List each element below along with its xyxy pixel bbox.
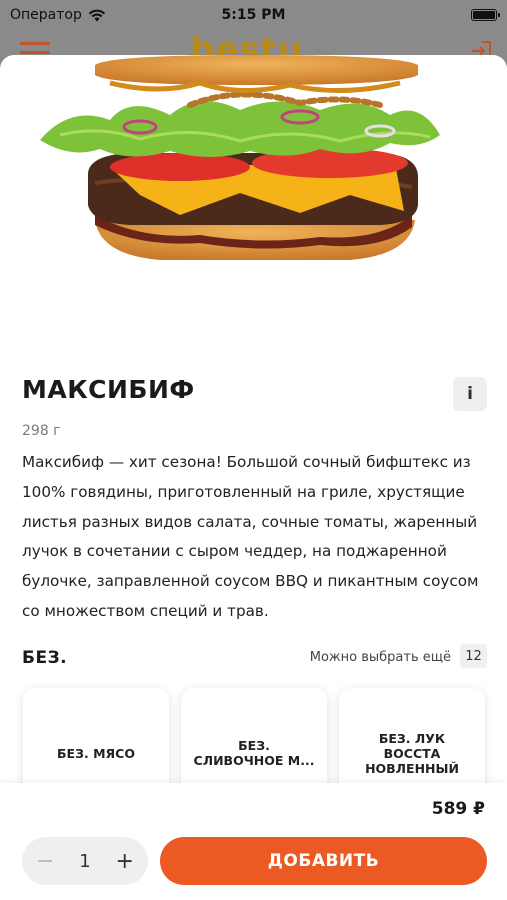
add-to-cart-button[interactable]: ДОБАВИТЬ — [160, 837, 487, 885]
total-price: 589 ₽ — [431, 799, 485, 819]
wifi-icon — [88, 9, 106, 21]
burger-image — [40, 55, 440, 260]
choose-more-label: Можно выбрать ещё — [309, 650, 451, 665]
product-weight: 298 г — [22, 423, 61, 439]
product-description: Максибиф — хит сезона! Большой сочный би… — [22, 453, 479, 620]
product-sheet: МАКСИБИФ i 298 г Максибиф — хит сезона! … — [0, 55, 507, 900]
remaining-count-badge: 12 — [460, 644, 487, 668]
product-title: МАКСИБИФ — [22, 375, 195, 404]
increase-button[interactable]: + — [116, 849, 134, 874]
status-bar: Оператор 5:15 PM — [0, 0, 507, 30]
quantity-stepper: − 1 + — [22, 837, 148, 885]
quantity-value: 1 — [79, 850, 91, 872]
bottom-bar: 589 ₽ − 1 + ДОБАВИТЬ — [0, 783, 507, 900]
status-left: Оператор — [10, 7, 106, 23]
battery-icon — [471, 9, 500, 21]
info-icon: i — [467, 384, 473, 404]
modifiers-title: БЕЗ. — [22, 648, 68, 668]
carrier-label: Оператор — [10, 7, 82, 23]
decrease-button[interactable]: − — [36, 849, 54, 874]
info-button[interactable]: i — [453, 377, 487, 411]
